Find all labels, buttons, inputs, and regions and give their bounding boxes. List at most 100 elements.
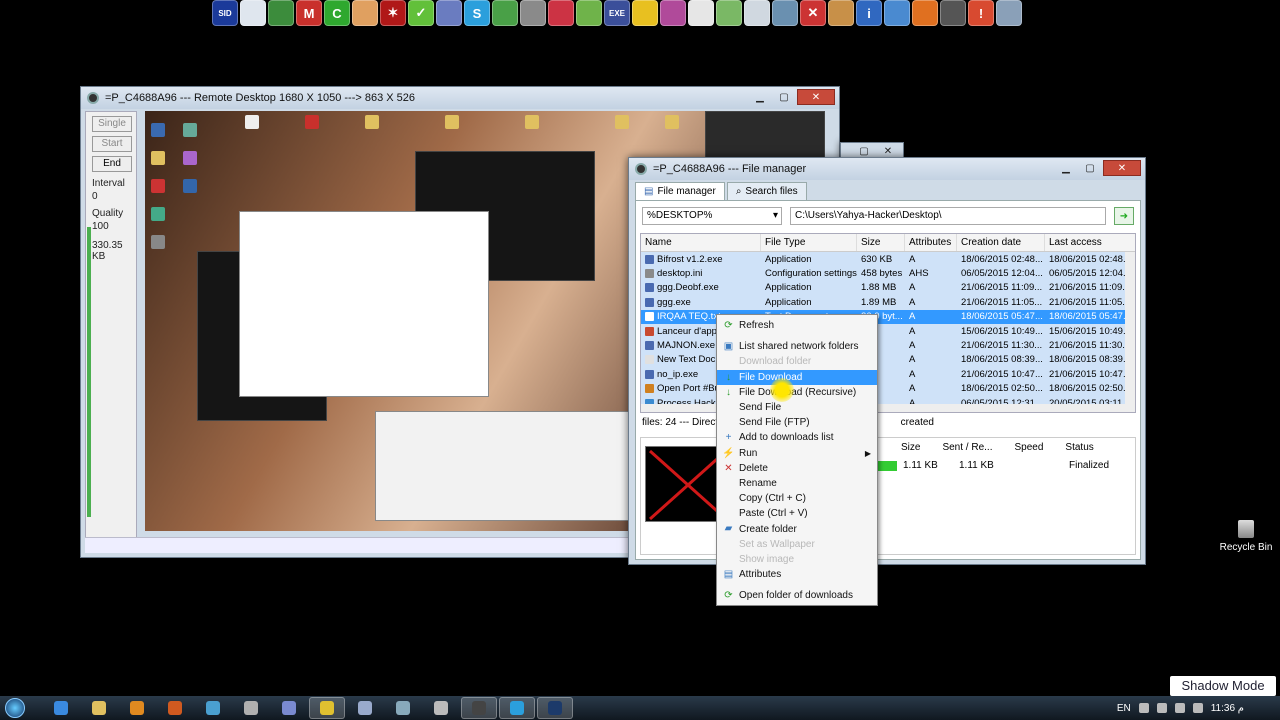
minimize-button[interactable]: ▁	[749, 89, 771, 105]
tab-file-manager[interactable]: ▤ File manager	[635, 182, 725, 200]
column-size[interactable]: Size	[901, 442, 920, 453]
column-status[interactable]: Status	[1065, 442, 1093, 453]
start-button[interactable]	[0, 696, 30, 720]
monitor-icon[interactable]	[240, 0, 266, 26]
table-row[interactable]: ggg.Deobf.exe Application 1.88 MB A 21/06/20…	[641, 280, 1135, 296]
grid-icon[interactable]	[576, 0, 602, 26]
start-button[interactable]: Start	[92, 136, 132, 152]
menu-item-file-download[interactable]: ↓ File Download	[717, 369, 877, 385]
menu-item-refresh[interactable]: ⟳ Refresh	[717, 318, 877, 333]
tab-search-files[interactable]: ⌕ Search files	[726, 182, 807, 200]
warning-icon[interactable]	[632, 0, 658, 26]
language-indicator[interactable]: EN	[1117, 703, 1131, 714]
skype-icon[interactable]: S	[464, 0, 490, 26]
document-icon[interactable]	[352, 0, 378, 26]
maximize-button[interactable]: ▢	[1079, 160, 1101, 176]
coffee-icon[interactable]	[828, 0, 854, 26]
ie-icon[interactable]	[43, 697, 79, 719]
volume-icon[interactable]	[1174, 703, 1185, 713]
menu-item-list-shared-network-folders[interactable]: ▣ List shared network folders	[717, 339, 877, 354]
table-row[interactable]: Bifrost v1.2.exe Application 630 KB A 18/06/…	[641, 252, 1135, 267]
network-tray-icon[interactable]	[1156, 703, 1167, 713]
column-file-type[interactable]: File Type	[761, 234, 857, 251]
firefox-icon[interactable]	[157, 697, 193, 719]
rat-task-icon[interactable]	[461, 697, 497, 719]
network-icon[interactable]	[884, 0, 910, 26]
vertical-scrollbar[interactable]	[1125, 252, 1135, 404]
maximize-button[interactable]: ▢	[773, 89, 795, 105]
single-button[interactable]: Single	[92, 116, 132, 132]
go-arrow-icon[interactable]: ➜	[1114, 207, 1134, 225]
menu-item-open-folder-of-downloads[interactable]: ⟳ Open folder of downloads	[717, 588, 877, 603]
column-sent[interactable]: Sent / Re...	[942, 442, 992, 453]
minimize-button[interactable]: ▁	[1055, 160, 1077, 176]
menu-item-file-download-recursive[interactable]: ↓ File Download (Recursive)	[717, 385, 877, 400]
cube-icon[interactable]	[548, 0, 574, 26]
gmail-icon[interactable]: M	[296, 0, 322, 26]
interval-stepper[interactable]: 0	[92, 191, 132, 202]
settings-icon[interactable]	[436, 0, 462, 26]
recycle-bin[interactable]: Recycle Bin	[1218, 520, 1274, 553]
paper-icon[interactable]	[688, 0, 714, 26]
sid-icon[interactable]: SID	[212, 0, 238, 26]
menu-item-rename[interactable]: Rename	[717, 476, 877, 491]
drive-select[interactable]: %DESKTOP%	[642, 207, 782, 225]
column-name[interactable]: Name	[641, 234, 761, 251]
column-creation-date[interactable]: Creation date	[957, 234, 1045, 251]
exe-icon[interactable]: EXE	[604, 0, 630, 26]
puzzle-task-icon[interactable]	[195, 697, 231, 719]
menu-item-create-folder[interactable]: ▰ Create folder	[717, 521, 877, 536]
phone-icon[interactable]	[940, 0, 966, 26]
quality-value[interactable]: 100	[92, 221, 132, 232]
star-icon[interactable]: ✶	[380, 0, 406, 26]
close-circle-icon[interactable]: ✕	[800, 0, 826, 26]
close-button[interactable]: ✕	[1103, 160, 1141, 176]
column-attributes[interactable]: Attributes	[905, 234, 957, 251]
fox-icon[interactable]	[912, 0, 938, 26]
chrome-icon[interactable]	[309, 697, 345, 719]
table-row[interactable]: ggg.exe Application 1.89 MB A 21/06/2015 11:…	[641, 295, 1135, 310]
media-icon[interactable]	[119, 697, 155, 719]
remote-desktop-titlebar[interactable]: =P_C4688A96 --- Remote Desktop 1680 X 10…	[81, 87, 839, 109]
check-icon[interactable]: ✓	[408, 0, 434, 26]
apps-icon[interactable]	[996, 0, 1022, 26]
menu-item-paste-ctrl-v[interactable]: Paste (Ctrl + V)	[717, 506, 877, 521]
menu-item-attributes[interactable]: ▤ Attributes	[717, 567, 877, 582]
menu-item-send-file[interactable]: Send File	[717, 400, 877, 415]
menu-item-add-to-downloads-list[interactable]: + Add to downloads list	[717, 430, 877, 445]
close-button[interactable]: ✕	[797, 89, 835, 105]
column-speed[interactable]: Speed	[1014, 442, 1043, 453]
window-icon[interactable]	[744, 0, 770, 26]
download-row[interactable]: 1.11 KB 1.11 KB Finalized	[877, 460, 1109, 471]
arrow-task-icon[interactable]	[423, 697, 459, 719]
alert-icon[interactable]: !	[968, 0, 994, 26]
explorer-icon[interactable]	[81, 697, 117, 719]
ps-task-icon[interactable]	[537, 697, 573, 719]
menu-item-delete[interactable]: ✕ Delete	[717, 461, 877, 476]
circle-task-icon[interactable]	[271, 697, 307, 719]
skype-task-icon[interactable]	[499, 697, 535, 719]
tools-task-icon[interactable]	[385, 697, 421, 719]
column-last-access[interactable]: Last access	[1045, 234, 1135, 251]
puzzle-icon[interactable]	[660, 0, 686, 26]
c-icon[interactable]: C	[324, 0, 350, 26]
doc-task-icon[interactable]	[347, 697, 383, 719]
gear-task-icon[interactable]	[233, 697, 269, 719]
flag-icon[interactable]	[1192, 703, 1203, 713]
table-row[interactable]: desktop.ini Configuration settings 458 byt…	[641, 266, 1135, 281]
image-icon[interactable]	[268, 0, 294, 26]
column-size[interactable]: Size	[857, 234, 905, 251]
chart-icon[interactable]	[492, 0, 518, 26]
menu-item-run[interactable]: ⚡ Run ▶	[717, 446, 877, 461]
info-icon[interactable]: i	[856, 0, 882, 26]
spreadsheet-icon[interactable]	[716, 0, 742, 26]
tools-icon[interactable]	[520, 0, 546, 26]
quality-slider[interactable]	[87, 227, 91, 517]
path-input[interactable]: C:\Users\Yahya-Hacker\Desktop\	[790, 207, 1106, 225]
menu-item-copy-ctrl-c[interactable]: Copy (Ctrl + C)	[717, 491, 877, 506]
end-button[interactable]: End	[92, 156, 132, 172]
tray-arrow-icon[interactable]	[1138, 703, 1149, 713]
clock[interactable]: 11:36 م	[1211, 703, 1244, 714]
globe-icon[interactable]	[772, 0, 798, 26]
menu-item-send-file-ftp[interactable]: Send File (FTP)	[717, 415, 877, 430]
